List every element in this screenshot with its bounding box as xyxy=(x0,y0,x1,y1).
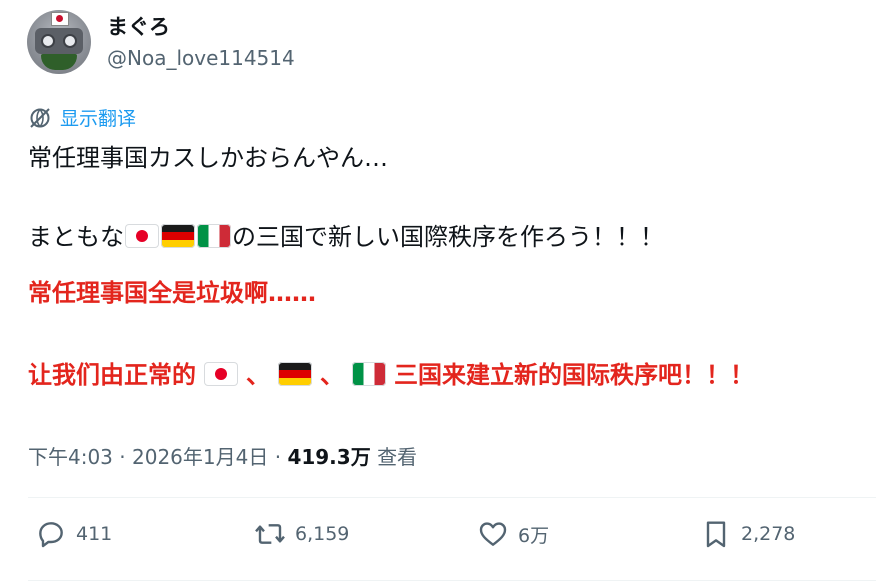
author-display-name[interactable]: まぐろ xyxy=(107,11,170,41)
tweet-date[interactable]: 2026年1月4日 xyxy=(132,445,268,469)
tweet-time[interactable]: 下午4:03 xyxy=(28,445,113,469)
view-count-label[interactable]: 查看 xyxy=(377,445,417,469)
meta-separator: · xyxy=(119,445,126,469)
divider xyxy=(28,497,876,498)
italy-flag-icon xyxy=(197,224,231,248)
japan-flag-icon xyxy=(204,362,238,386)
avatar-mouth xyxy=(41,54,77,70)
like-button[interactable]: 6万 xyxy=(477,518,549,550)
like-count: 6万 xyxy=(518,524,550,547)
repost-icon xyxy=(255,524,285,544)
translation-line-2-start: 让我们由正常的 xyxy=(28,361,196,389)
translation-line-2-end: 三国来建立新的国际秩序吧！！！ xyxy=(394,361,754,389)
translation-separator: 、 xyxy=(246,361,270,389)
translation-line-2: 让我们由正常的 、 、 三国来建立新的国际秩序吧！！！ xyxy=(28,362,754,387)
meta-separator: · xyxy=(274,445,282,469)
translate-globe-icon xyxy=(30,107,50,128)
italy-flag-icon xyxy=(352,362,386,386)
view-count[interactable]: 419.3万 xyxy=(287,445,370,469)
show-translation-label: 显示翻译 xyxy=(60,108,137,130)
tweet-text-line-2-start: まともな xyxy=(28,223,124,251)
japan-flag-icon xyxy=(125,224,159,248)
bookmark-button[interactable]: 2,278 xyxy=(700,518,795,550)
germany-flag-icon xyxy=(278,362,312,386)
germany-flag-icon xyxy=(161,224,195,248)
reply-count: 411 xyxy=(76,523,113,545)
repost-button[interactable]: 6,159 xyxy=(254,518,349,550)
avatar-right-eye xyxy=(63,34,77,48)
divider xyxy=(28,580,876,581)
tweet-meta: 下午4:03 · 2026年1月4日 · 419.3万 查看 xyxy=(28,441,417,470)
heart-icon xyxy=(479,522,507,546)
reply-button[interactable]: 411 xyxy=(35,518,112,550)
tweet-text-line-2: まともな の三国で新しい国際秩序を作ろう！！！ xyxy=(28,224,664,249)
repost-count: 6,159 xyxy=(295,523,350,545)
show-translation-button[interactable]: 显示翻译 xyxy=(28,104,136,131)
avatar-face xyxy=(35,28,83,54)
translation-line-1: 常任理事国全是垃圾啊…… xyxy=(28,279,316,307)
avatar-left-eye xyxy=(41,34,55,48)
tweet-text-line-1: 常任理事国カスしかおらんやん… xyxy=(28,144,388,172)
bookmark-count: 2,278 xyxy=(741,523,796,545)
author-avatar[interactable] xyxy=(27,10,91,74)
tweet-text-line-2-end: の三国で新しい国際秩序を作ろう！！！ xyxy=(232,223,664,251)
tweet-action-bar: 411 6,159 6万 2,278 xyxy=(0,518,876,562)
avatar-flag-badge xyxy=(51,12,69,26)
reply-icon xyxy=(39,522,63,548)
translation-separator: 、 xyxy=(320,361,344,389)
author-handle[interactable]: @Noa_love114514 xyxy=(107,46,295,70)
bookmark-icon xyxy=(706,521,726,548)
